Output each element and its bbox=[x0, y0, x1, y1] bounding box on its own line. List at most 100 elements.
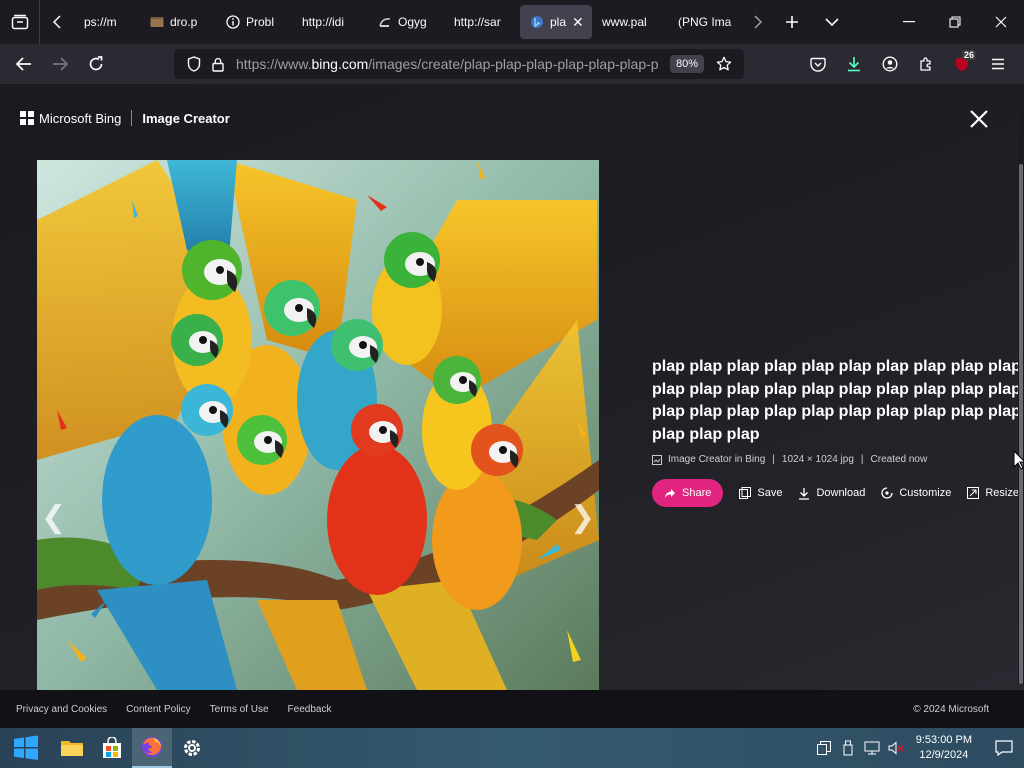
microsoft-logo-icon bbox=[20, 111, 34, 125]
meta-source: Image Creator in Bing bbox=[668, 454, 766, 465]
tab-scroll-right-button[interactable] bbox=[744, 0, 772, 44]
tab-scroll-left-button[interactable] bbox=[40, 0, 74, 44]
network-computer-icon bbox=[864, 741, 880, 755]
file-explorer-taskbar-button[interactable] bbox=[52, 728, 92, 768]
meta-created: Created now bbox=[870, 454, 928, 465]
tab-close-button[interactable]: ✕ bbox=[572, 14, 584, 31]
store-bag-icon bbox=[103, 737, 121, 758]
save-collection-icon bbox=[739, 487, 752, 499]
firefox-taskbar-button[interactable] bbox=[132, 728, 172, 768]
tab-bar: ps://m dro.p Probl http://idi Ogyg http:… bbox=[0, 0, 1024, 44]
customize-button[interactable]: Customize bbox=[881, 487, 951, 499]
share-icon bbox=[665, 488, 675, 498]
settings-taskbar-button[interactable] bbox=[172, 728, 212, 768]
shield-icon[interactable] bbox=[182, 56, 206, 72]
tab-8[interactable]: www.pal bbox=[592, 5, 668, 39]
tab-2[interactable]: dro.p bbox=[140, 5, 216, 39]
tab-9[interactable]: (PNG Ima bbox=[668, 5, 744, 39]
action-center-button[interactable] bbox=[984, 728, 1024, 768]
tab-5[interactable]: Ogyg bbox=[368, 5, 444, 39]
download-button[interactable]: Download bbox=[798, 487, 865, 500]
tab-label: Ogyg bbox=[398, 15, 427, 29]
usb-drive-icon bbox=[843, 740, 853, 756]
save-button[interactable]: Save bbox=[739, 487, 782, 499]
footer-link-feedback[interactable]: Feedback bbox=[288, 704, 332, 715]
list-all-tabs-button[interactable] bbox=[812, 0, 852, 44]
tab-3[interactable]: Probl bbox=[216, 5, 292, 39]
page-scrollbar[interactable] bbox=[1018, 84, 1024, 684]
image-creator-icon bbox=[652, 454, 662, 465]
footer-link-content-policy[interactable]: Content Policy bbox=[126, 704, 190, 715]
url-text[interactable]: https://www.bing.com/images/create/plap-… bbox=[236, 56, 664, 72]
close-window-button[interactable] bbox=[978, 0, 1024, 44]
store-taskbar-button[interactable] bbox=[92, 728, 132, 768]
menu-button[interactable] bbox=[980, 48, 1016, 80]
chevron-left-icon bbox=[52, 15, 61, 29]
system-tray: 9:53:00 PM 12/9/2024 bbox=[812, 728, 1024, 768]
copy-windows-icon bbox=[816, 741, 831, 755]
tab-7-active[interactable]: pla ✕ bbox=[520, 5, 592, 39]
bing-icon bbox=[530, 15, 544, 29]
folder-icon bbox=[150, 15, 164, 29]
generic-page-icon bbox=[378, 15, 392, 29]
footer-link-privacy[interactable]: Privacy and Cookies bbox=[16, 704, 107, 715]
clock-time: 9:53:00 PM bbox=[915, 734, 972, 746]
back-button[interactable] bbox=[6, 48, 42, 80]
downloads-button[interactable] bbox=[836, 48, 872, 80]
url-prefix: https://www. bbox=[236, 56, 312, 72]
brand-separator bbox=[131, 110, 133, 126]
pocket-icon bbox=[810, 57, 826, 72]
chevron-right-icon bbox=[754, 15, 763, 29]
prompt-text: plap plap plap plap plap plap plap plap … bbox=[652, 358, 1021, 443]
download-label: Download bbox=[816, 487, 866, 499]
minimize-button[interactable] bbox=[886, 0, 932, 44]
tab-1[interactable]: ps://m bbox=[74, 5, 140, 39]
tab-label: dro.p bbox=[170, 15, 198, 29]
meta-separator: | bbox=[860, 454, 864, 465]
meta-dimensions: 1024 × 1024 jpg bbox=[781, 454, 854, 465]
share-button[interactable]: Share bbox=[652, 479, 724, 507]
toolbar-right: 26 bbox=[800, 48, 1016, 80]
tab-label: pla bbox=[550, 15, 567, 29]
start-button[interactable] bbox=[0, 728, 52, 768]
lock-icon[interactable] bbox=[206, 57, 230, 72]
task-view-tray-button[interactable] bbox=[812, 728, 836, 768]
tab-label: http://sar bbox=[454, 15, 501, 29]
resize-label: Resize bbox=[985, 487, 1019, 499]
brand-header[interactable]: Microsoft Bing Image Creator bbox=[20, 110, 230, 126]
ublock-extension-button[interactable]: 26 bbox=[944, 48, 980, 80]
scrollbar-thumb[interactable] bbox=[1019, 164, 1023, 684]
zoom-level-button[interactable]: 80% bbox=[669, 55, 704, 73]
customize-label: Customize bbox=[899, 487, 952, 499]
new-tab-button[interactable] bbox=[772, 0, 812, 44]
previous-image-arrow[interactable]: ❮ bbox=[41, 500, 66, 535]
product-name: Image Creator bbox=[142, 110, 230, 126]
tab-overview-button[interactable] bbox=[0, 0, 40, 44]
puzzle-piece-icon bbox=[920, 57, 931, 71]
tab-6[interactable]: http://sar bbox=[444, 5, 520, 39]
chevron-down-icon bbox=[825, 18, 839, 27]
pocket-button[interactable] bbox=[800, 48, 836, 80]
footer-link-terms[interactable]: Terms of Use bbox=[210, 704, 269, 715]
extensions-button[interactable] bbox=[908, 48, 944, 80]
forward-button[interactable] bbox=[42, 48, 78, 80]
copyright-text: © 2024 Microsoft bbox=[913, 703, 989, 715]
generated-image[interactable]: ❮ ❯ bbox=[37, 160, 599, 690]
resize-button[interactable]: Resize bbox=[967, 487, 1019, 499]
volume-tray-button[interactable] bbox=[884, 728, 908, 768]
bookmark-star-icon[interactable] bbox=[712, 56, 736, 72]
close-viewer-icon[interactable] bbox=[966, 106, 992, 132]
customize-icon bbox=[881, 487, 894, 499]
account-button[interactable] bbox=[872, 48, 908, 80]
address-bar[interactable]: https://www.bing.com/images/create/plap-… bbox=[174, 49, 744, 79]
reload-button[interactable] bbox=[78, 48, 114, 80]
tab-4[interactable]: http://idi bbox=[292, 5, 368, 39]
tab-label: (PNG Ima bbox=[678, 15, 732, 29]
next-image-arrow[interactable]: ❯ bbox=[570, 500, 595, 535]
network-tray-button[interactable] bbox=[860, 728, 884, 768]
save-label: Save bbox=[757, 487, 783, 499]
parrots-image bbox=[37, 160, 599, 690]
usb-tray-button[interactable] bbox=[836, 728, 860, 768]
clock[interactable]: 9:53:00 PM 12/9/2024 bbox=[916, 733, 972, 763]
restore-button[interactable] bbox=[932, 0, 978, 44]
